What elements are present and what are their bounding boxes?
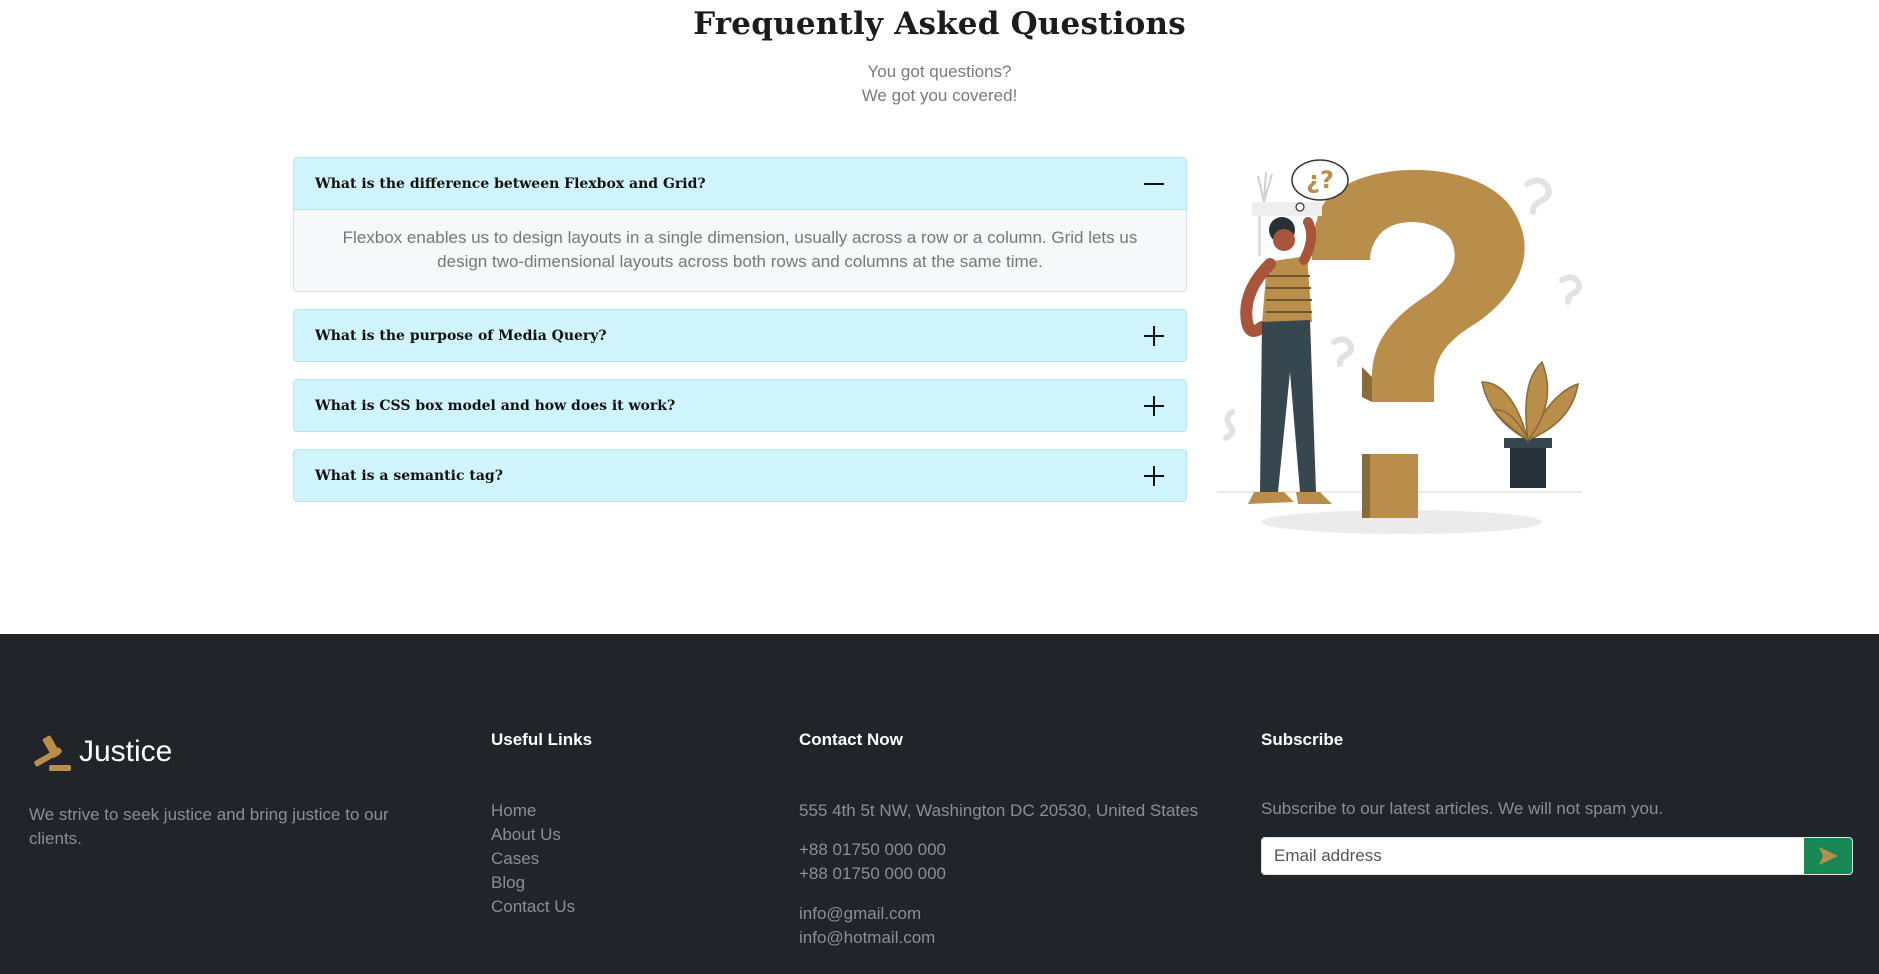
accordion-question: What is a semantic tag? [315,467,503,484]
faq-title: Frequently Asked Questions [693,6,1186,42]
footer-brand[interactable]: Justice [29,732,172,772]
gavel-icon [34,735,71,771]
accordion-item: What is the difference between Flexbox a… [293,157,1187,292]
accordion-answer: Flexbox enables us to design layouts in … [293,210,1187,292]
useful-links-list: Home About Us Cases Blog Contact Us [491,799,575,919]
accordion-item: What is CSS box model and how does it wo… [293,379,1187,432]
plus-icon[interactable] [1142,324,1166,348]
plus-icon[interactable] [1142,394,1166,418]
subscribe-form [1261,837,1853,875]
send-icon [1819,847,1838,865]
site-footer: Justice We strive to seek justice and br… [0,634,1879,974]
thought-bubble-text: ¿? [1306,166,1334,194]
brand-name: Justice [79,735,173,768]
subscribe-button[interactable] [1804,838,1852,874]
accordion-header[interactable]: What is CSS box model and how does it wo… [293,379,1187,432]
minus-icon[interactable] [1142,172,1166,196]
accordion-item: What is the purpose of Media Query? [293,309,1187,362]
contact-phone[interactable]: +88 01750 000 000 [799,838,946,862]
footer-link-about-us[interactable]: About Us [491,823,575,847]
footer-link-blog[interactable]: Blog [491,871,575,895]
email-input[interactable] [1262,838,1804,874]
faq-illustration: ¿? [1217,159,1583,534]
subscribe-title: Subscribe [1261,730,1344,749]
footer-link-home[interactable]: Home [491,799,575,823]
faq-subtitle-line2: We got you covered! [861,86,1018,105]
faq-subtitle-line1: You got questions? [867,62,1012,81]
accordion-header[interactable]: What is the difference between Flexbox a… [293,157,1187,210]
accordion-header[interactable]: What is the purpose of Media Query? [293,309,1187,362]
contact-phone[interactable]: +88 01750 000 000 [799,862,946,886]
contact-address: 555 4th 5t NW, Washington DC 20530, Unit… [799,801,1199,820]
contact-title: Contact Now [799,730,903,749]
plus-icon[interactable] [1142,464,1166,488]
contact-email[interactable]: info@hotmail.com [799,926,935,950]
contact-email[interactable]: info@gmail.com [799,902,921,926]
accordion-item: What is a semantic tag? [293,449,1187,502]
useful-links-title: Useful Links [491,730,593,749]
accordion-question: What is the difference between Flexbox a… [315,175,706,192]
footer-link-cases[interactable]: Cases [491,847,575,871]
faq-accordion: What is the difference between Flexbox a… [293,157,1187,519]
footer-link-contact-us[interactable]: Contact Us [491,895,575,919]
faq-section: Frequently Asked Questions You got quest… [0,0,1879,634]
accordion-header[interactable]: What is a semantic tag? [293,449,1187,502]
accordion-question: What is the purpose of Media Query? [315,327,607,344]
subscribe-description: Subscribe to our latest articles. We wil… [1261,799,1664,818]
brand-description: We strive to seek justice and bring just… [29,805,389,848]
accordion-question: What is CSS box model and how does it wo… [315,397,676,414]
